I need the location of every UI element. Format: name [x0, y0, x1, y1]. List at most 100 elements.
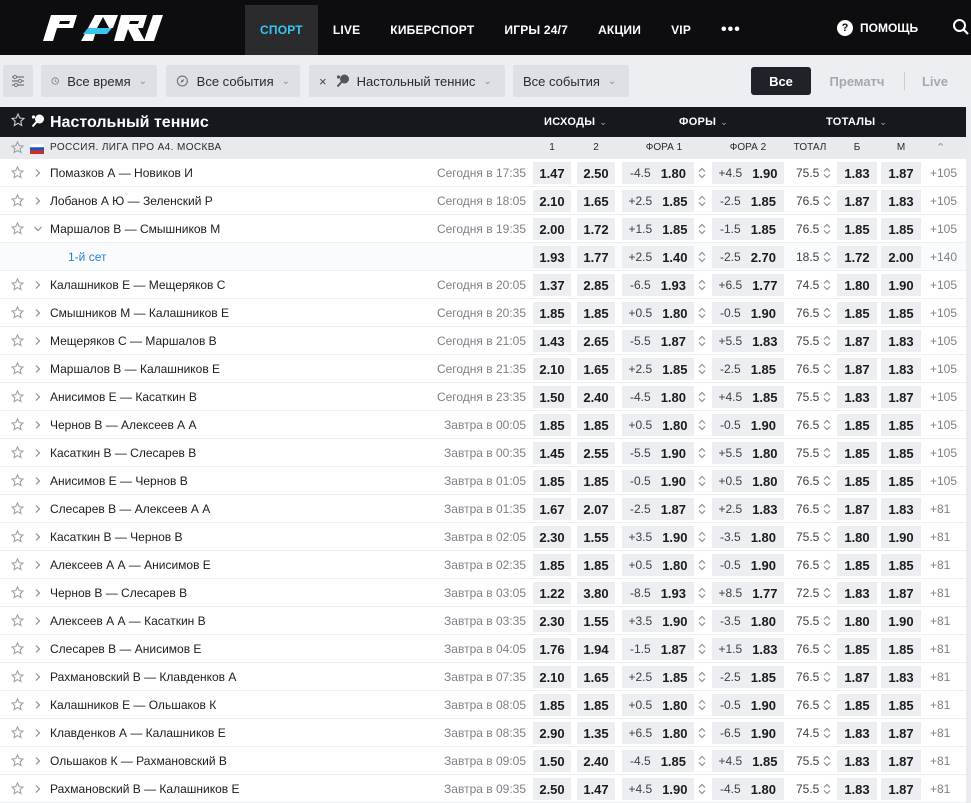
updown-icon[interactable] [823, 195, 831, 210]
handicap-1-cell[interactable]: -4.5 1.80 [622, 162, 694, 184]
odd-2[interactable]: 2.07 [577, 498, 615, 520]
more-markets-count[interactable]: +81 [930, 614, 950, 628]
help-button[interactable]: ? ПОМОЩЬ [837, 20, 918, 36]
star-icon[interactable] [10, 613, 25, 630]
event-teams[interactable]: Слесарев В — Алексеев А А [50, 502, 210, 516]
chevron-right-icon[interactable] [33, 699, 43, 713]
odd-over[interactable]: 1.85 [837, 470, 877, 492]
odd-1[interactable]: 1.37 [533, 274, 571, 296]
segment-live[interactable]: Live [910, 67, 960, 95]
event-row[interactable]: Маршалов В — Калашников Е Сегодня в 21:35… [0, 355, 966, 383]
filter-settings-button[interactable] [3, 65, 33, 97]
more-markets-count[interactable]: +105 [930, 418, 957, 432]
more-markets-count[interactable]: +81 [930, 670, 950, 684]
odd-under[interactable]: 1.90 [881, 526, 921, 548]
total-param[interactable]: 75.5 [796, 390, 819, 404]
updown-icon[interactable] [823, 307, 831, 322]
segment-prematch[interactable]: Прематч [818, 67, 896, 95]
more-markets-count[interactable]: +105 [930, 446, 957, 460]
odd-2[interactable]: 2.40 [577, 386, 615, 408]
odd-2[interactable]: 1.85 [577, 302, 615, 324]
odd-1[interactable]: 1.47 [533, 162, 571, 184]
event-row[interactable]: Анисимов Е — Чернов В Завтра в 01:05 1.85 1… [0, 467, 966, 495]
handicap-2-cell[interactable]: -3.5 1.80 [712, 610, 784, 632]
total-param[interactable]: 75.5 [796, 754, 819, 768]
odd-over[interactable]: 1.83 [837, 162, 877, 184]
updown-icon[interactable] [698, 615, 706, 630]
event-teams[interactable]: Мещеряков С — Маршалов В [50, 334, 217, 348]
event-teams[interactable]: Маршалов В — Калашников Е [50, 362, 220, 376]
handicap-1-cell[interactable]: -5.5 1.87 [622, 330, 694, 352]
chevron-right-icon[interactable] [33, 587, 43, 601]
total-param[interactable]: 74.5 [796, 726, 819, 740]
odd-2[interactable]: 1.85 [577, 694, 615, 716]
handicap-1-cell[interactable]: -8.5 1.93 [622, 582, 694, 604]
total-param[interactable]: 76.5 [796, 222, 819, 236]
events-filter-dropdown[interactable]: Все события ⌄ [166, 65, 300, 97]
odd-under[interactable]: 1.85 [881, 554, 921, 576]
more-markets-count[interactable]: +81 [930, 642, 950, 656]
handicap-1-cell[interactable]: -5.5 1.90 [622, 442, 694, 464]
more-markets-count[interactable]: +105 [930, 474, 957, 488]
odd-under[interactable]: 1.87 [881, 162, 921, 184]
updown-icon[interactable] [823, 755, 831, 770]
updown-icon[interactable] [698, 671, 706, 686]
odd-1[interactable]: 1.50 [533, 386, 571, 408]
nav-live[interactable]: LIVE [318, 5, 375, 55]
odd-under[interactable]: 1.83 [881, 330, 921, 352]
odd-under[interactable]: 1.87 [881, 722, 921, 744]
odd-under[interactable]: 1.83 [881, 666, 921, 688]
total-param[interactable]: 76.5 [796, 698, 819, 712]
total-param[interactable]: 72.5 [796, 586, 819, 600]
odd-2[interactable]: 1.35 [577, 722, 615, 744]
updown-icon[interactable] [698, 419, 706, 434]
chevron-right-icon[interactable] [33, 335, 43, 349]
odd-under[interactable]: 1.85 [881, 638, 921, 660]
event-teams[interactable]: Анисимов Е — Чернов В [50, 474, 188, 488]
col-handicaps[interactable]: ФОРЫ ⌄ [679, 116, 728, 128]
star-icon[interactable] [10, 277, 25, 294]
handicap-2-cell[interactable]: +4.5 1.85 [712, 386, 784, 408]
odd-over[interactable]: 1.87 [837, 666, 877, 688]
nav-esports[interactable]: КИБЕРСПОРТ [375, 5, 489, 55]
updown-icon[interactable] [698, 587, 706, 602]
updown-icon[interactable] [698, 783, 706, 798]
odd-under[interactable]: 1.85 [881, 218, 921, 240]
more-markets-count[interactable]: +81 [930, 698, 950, 712]
handicap-1-cell[interactable]: +1.5 1.85 [622, 218, 694, 240]
event-teams[interactable]: Слесарев В — Анисимов Е [50, 642, 201, 656]
star-icon[interactable] [10, 501, 25, 518]
odd-over[interactable]: 1.83 [837, 750, 877, 772]
updown-icon[interactable] [698, 531, 706, 546]
total-param[interactable]: 75.5 [796, 614, 819, 628]
total-param[interactable]: 76.5 [796, 642, 819, 656]
event-row[interactable]: Алексеев А А — Касаткин В Завтра в 03:35 2… [0, 607, 966, 635]
odd-1[interactable]: 2.50 [533, 778, 571, 800]
col-outcomes[interactable]: ИСХОДЫ ⌄ [544, 116, 607, 128]
event-row[interactable]: Лобанов А Ю — Зеленский Р Сегодня в 18:05… [0, 187, 966, 215]
odd-2[interactable]: 1.72 [577, 218, 615, 240]
event-teams[interactable]: Касаткин В — Чернов В [50, 530, 183, 544]
odd-under[interactable]: 1.85 [881, 470, 921, 492]
updown-icon[interactable] [698, 363, 706, 378]
updown-icon[interactable] [823, 391, 831, 406]
updown-icon[interactable] [823, 783, 831, 798]
odd-2[interactable]: 1.94 [577, 638, 615, 660]
event-row[interactable]: Чернов В — Алексеев А А Завтра в 00:05 1.8… [0, 411, 966, 439]
odd-1[interactable]: 2.10 [533, 666, 571, 688]
handicap-1-cell[interactable]: -4.5 1.85 [622, 750, 694, 772]
odd-1[interactable]: 2.30 [533, 610, 571, 632]
odd-under[interactable]: 1.87 [881, 750, 921, 772]
updown-icon[interactable] [698, 755, 706, 770]
chevron-right-icon[interactable] [33, 447, 43, 461]
updown-icon[interactable] [698, 223, 706, 238]
updown-icon[interactable] [823, 475, 831, 490]
chevron-right-icon[interactable] [33, 783, 43, 797]
star-icon[interactable] [10, 193, 25, 210]
odd-2[interactable]: 2.85 [577, 274, 615, 296]
updown-icon[interactable] [698, 559, 706, 574]
handicap-1-cell[interactable]: +0.5 1.80 [622, 302, 694, 324]
event-teams[interactable]: Смышников М — Калашников Е [50, 306, 229, 320]
handicap-1-cell[interactable]: +4.5 1.90 [622, 778, 694, 800]
event-teams[interactable]: Чернов В — Слесарев В [50, 586, 187, 600]
